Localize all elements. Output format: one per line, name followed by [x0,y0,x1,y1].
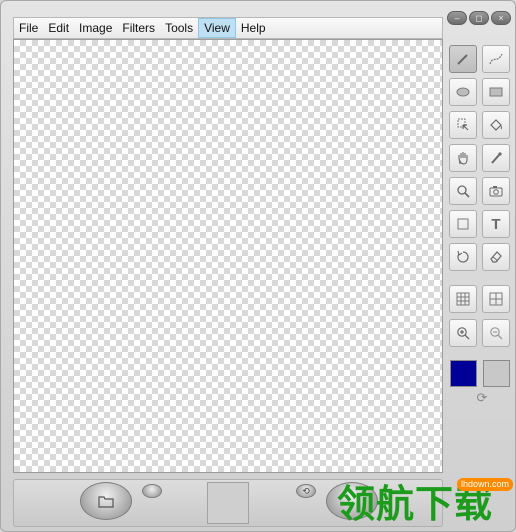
menu-edit[interactable]: Edit [43,18,74,38]
camera-icon [489,186,503,197]
rotate-tool[interactable] [449,243,477,271]
paint-bucket-icon [490,119,502,131]
app-window: – ◻ × File Edit Image Filters Tools View… [0,0,516,532]
hand-tool[interactable] [449,144,477,172]
menu-help[interactable]: Help [236,18,271,38]
pencil-tool[interactable] [449,45,477,73]
text-tool[interactable]: T [482,210,510,238]
zoom-in-icon [457,327,470,340]
fill-tool[interactable] [482,111,510,139]
toolbox: T ⟳ [445,39,515,469]
magnifier-icon [457,185,470,198]
watermark-url: lhdown.com [456,478,513,491]
minimize-button[interactable]: – [447,11,467,25]
refresh-icon: ⟲ [302,485,310,496]
curve-icon [489,53,503,65]
foreground-color-swatch[interactable] [450,360,477,387]
menu-view[interactable]: View [198,18,236,38]
grid-icon [456,292,470,306]
select-tool[interactable] [449,111,477,139]
dropper-tool[interactable] [482,144,510,172]
menu-file[interactable]: File [14,18,43,38]
rectangle-icon [489,87,503,97]
open-file-button[interactable] [80,482,132,520]
marquee-tool[interactable] [449,210,477,238]
menu-tools[interactable]: Tools [160,18,198,38]
hand-icon [458,152,468,165]
menu-image[interactable]: Image [74,18,117,38]
zoom-in-tool[interactable] [449,319,477,347]
guides-tool[interactable] [482,285,510,313]
folder-icon [98,496,114,508]
menu-filters[interactable]: Filters [117,18,160,38]
zoom-tool[interactable] [449,177,477,205]
marquee-icon [457,218,469,230]
ellipse-icon [456,87,470,97]
swap-colors-icon[interactable]: ⟳ [475,391,489,405]
window-controls: – ◻ × [447,11,511,25]
refresh-button[interactable]: ⟲ [296,484,316,498]
small-option-button[interactable] [142,484,162,498]
zoom-out-icon [490,327,503,340]
ellipse-tool[interactable] [449,78,477,106]
pencil-icon [457,54,468,65]
close-button[interactable]: × [491,11,511,25]
preview-box [207,482,249,524]
background-color-swatch[interactable] [483,360,510,387]
watermark: 领航下载 lhdown.com [337,477,515,531]
camera-tool[interactable] [482,177,510,205]
eraser-tool[interactable] [482,243,510,271]
restore-button[interactable]: ◻ [469,11,489,25]
rotate-icon [457,250,469,263]
eyedropper-icon [491,152,502,164]
menu-bar: File Edit Image Filters Tools View Help [13,17,443,39]
eraser-icon [490,251,502,263]
drawing-canvas[interactable] [13,39,443,473]
grid-tool[interactable] [449,285,477,313]
select-icon [457,118,469,131]
curve-tool[interactable] [482,45,510,73]
guides-icon [489,292,503,306]
rectangle-tool[interactable] [482,78,510,106]
zoom-out-tool[interactable] [482,319,510,347]
